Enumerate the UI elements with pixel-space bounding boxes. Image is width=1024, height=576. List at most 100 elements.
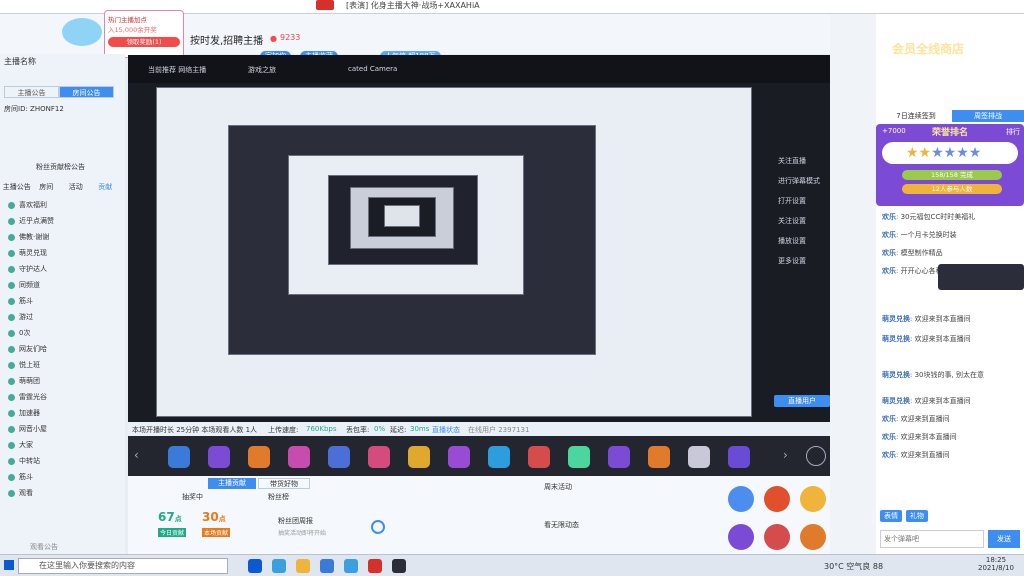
tab-room-notice[interactable]: 房间公告 xyxy=(59,86,114,98)
browser-icon[interactable] xyxy=(344,559,358,573)
stage-menu-item[interactable]: 进行弹幕模式 xyxy=(778,171,820,191)
banner-subtitle: 随送月卡换专属礼包 xyxy=(902,59,965,67)
list-item[interactable]: 萌灵兑现 xyxy=(8,248,47,258)
chat-message: 欢乐: 欢迎来到直播间 xyxy=(882,451,950,459)
gift-bar: ‹ › xyxy=(128,436,866,476)
tab-weekly[interactable]: 周签排战 xyxy=(952,110,1024,122)
chat-tools: 表情 礼物 xyxy=(880,510,928,522)
gift-icon[interactable] xyxy=(248,446,270,468)
gift-icon[interactable] xyxy=(528,446,550,468)
topic-icon[interactable] xyxy=(800,524,826,550)
stage-menu-item[interactable]: 关注直播 xyxy=(778,151,820,171)
list-item[interactable]: 悦上班 xyxy=(8,360,40,370)
stage-menu-item[interactable]: 关注设置 xyxy=(778,211,820,231)
gift-icon[interactable] xyxy=(488,446,510,468)
browser-tab-title[interactable]: [表演] 化身主播大神·战场+XAXAHiA xyxy=(346,0,480,11)
welfare-icon[interactable] xyxy=(764,524,790,550)
anchor-dynamic[interactable]: 看无限动态 xyxy=(544,520,579,530)
list-item[interactable]: 网友们哈 xyxy=(8,344,47,354)
gift-menu-icon[interactable] xyxy=(806,446,826,466)
stage-menu-item[interactable]: 播放设置 xyxy=(778,231,820,251)
subtab-2[interactable]: 房间 xyxy=(32,182,62,194)
redpacket-icon[interactable] xyxy=(728,524,754,550)
list-item[interactable]: 筋斗 xyxy=(8,472,33,482)
list-item[interactable]: 大家 xyxy=(8,440,33,450)
star-anchor-icon[interactable] xyxy=(800,486,826,512)
camera-select[interactable]: cated Camera xyxy=(348,65,397,73)
tab-anchor-notice[interactable]: 主播公告 xyxy=(4,86,59,98)
lucky-icon[interactable] xyxy=(728,486,754,512)
tab-daily-sign[interactable]: 7日连续签到 xyxy=(880,110,952,122)
diamond-icon[interactable] xyxy=(764,486,790,512)
subtab-1[interactable]: 主播公告 xyxy=(2,182,32,194)
chat-input[interactable] xyxy=(880,530,984,548)
source-label[interactable]: 当前推荐 网络主播 xyxy=(148,65,206,75)
folder-icon[interactable] xyxy=(296,559,310,573)
stage-menu-item[interactable]: 打开设置 xyxy=(778,191,820,211)
online-users-button[interactable]: 直播用户 xyxy=(774,395,830,407)
chat-message: 萌灵兑换: 欢迎来到本直播间 xyxy=(882,335,971,343)
tab-anchor-contrib[interactable]: 主播贡献 xyxy=(208,478,256,489)
stage-menu-item[interactable]: 更多设置 xyxy=(778,251,820,271)
chevron-left-icon[interactable]: ‹ xyxy=(134,448,139,462)
taskview-icon[interactable] xyxy=(248,559,262,573)
live-title: 按时发,招聘主播 xyxy=(190,36,264,47)
list-item[interactable]: 雷霆光谷 xyxy=(8,392,47,402)
weekend-activity[interactable]: 周末活动 xyxy=(544,482,572,492)
cc-app-icon[interactable] xyxy=(368,559,382,573)
video-stage[interactable]: 当前推荐 网络主播 游戏之旅 cated Camera 关注直播 进行弹幕模式 … xyxy=(128,55,866,437)
gift-icon[interactable] xyxy=(328,446,350,468)
list-item[interactable]: 加速器 xyxy=(8,408,40,418)
list-item[interactable]: 守护达人 xyxy=(8,264,47,274)
gift-icon[interactable] xyxy=(568,446,590,468)
store-icon[interactable] xyxy=(320,559,334,573)
gift-icon[interactable] xyxy=(208,446,230,468)
promo-banner[interactable]: CC直播 会员全线商店 随送月卡换专属礼包 xyxy=(880,14,1024,94)
subtab-3[interactable]: 活动 xyxy=(61,182,91,194)
room-id: ZHONF12 xyxy=(30,105,64,113)
gift-icon[interactable] xyxy=(288,446,310,468)
score-session: 30点 xyxy=(202,510,226,524)
promo-thumbnail[interactable] xyxy=(938,264,1024,290)
list-item[interactable]: 筋斗 xyxy=(8,296,33,306)
gift-icon[interactable] xyxy=(448,446,470,468)
list-item[interactable]: 中转站 xyxy=(8,456,40,466)
chevron-right-icon[interactable]: › xyxy=(783,448,788,462)
live-status[interactable]: 直播状态 xyxy=(432,425,460,435)
gift-icon[interactable] xyxy=(608,446,630,468)
emote-button[interactable]: 表情 xyxy=(880,510,902,522)
list-item[interactable]: 喜欢福利 xyxy=(8,200,47,210)
scene-label[interactable]: 游戏之旅 xyxy=(248,65,276,75)
gift-icon[interactable] xyxy=(728,446,750,468)
edge-icon[interactable] xyxy=(272,559,286,573)
tab-goods[interactable]: 带货好物 xyxy=(258,478,310,489)
session-tag: 本场贡献 xyxy=(202,528,231,537)
rank-right[interactable]: 排行 xyxy=(1006,127,1020,137)
subtab-4[interactable]: 贡献 xyxy=(91,182,121,194)
brand-logo: CC直播 xyxy=(971,21,1020,37)
bottom-panel: 主播贡献 带货好物 抽奖中 粉丝榜 67点 30点 今日贡献 本场贡献 粉丝团周… xyxy=(128,476,866,554)
gift-button[interactable]: 礼物 xyxy=(906,510,928,522)
list-item[interactable]: 0次 xyxy=(8,328,30,338)
send-button[interactable]: 发送 xyxy=(988,530,1020,548)
list-item[interactable]: 近乎点满赞 xyxy=(8,216,54,226)
gift-icon[interactable] xyxy=(648,446,670,468)
list-item[interactable]: 萌萌团 xyxy=(8,376,40,386)
left-footer[interactable]: 观看公告 xyxy=(30,542,58,552)
streamer-avatar[interactable] xyxy=(62,18,102,46)
refresh-icon[interactable] xyxy=(371,520,385,534)
taskbar-search[interactable]: 在这里输入你要搜索的内容 xyxy=(18,558,228,574)
list-item[interactable]: 观看 xyxy=(8,488,33,498)
session-info: 本场开播时长 25分钟 本场观看人数 1人 xyxy=(132,426,258,434)
gift-icon[interactable] xyxy=(368,446,390,468)
gift-icon[interactable] xyxy=(168,446,190,468)
gift-icon[interactable] xyxy=(688,446,710,468)
obs-icon[interactable] xyxy=(392,559,406,573)
list-item[interactable]: 佛教·谢谢 xyxy=(8,232,49,242)
list-item[interactable]: 网音小屋 xyxy=(8,424,47,434)
list-item[interactable]: 同频道 xyxy=(8,280,40,290)
popup-claim-button[interactable]: 领取奖励(1) xyxy=(108,37,180,47)
windows-start-icon[interactable] xyxy=(4,560,14,570)
list-item[interactable]: 游过 xyxy=(8,312,33,322)
gift-icon[interactable] xyxy=(408,446,430,468)
